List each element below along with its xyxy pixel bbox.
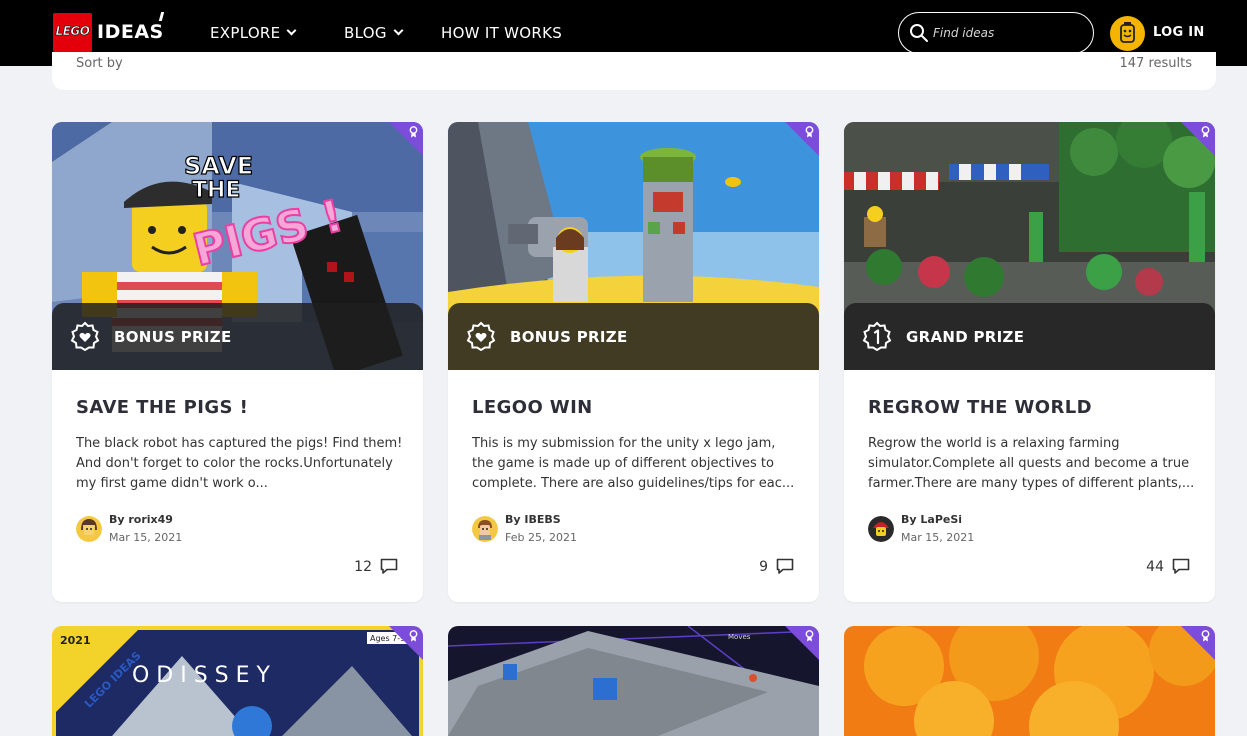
first-place-badge-icon	[862, 321, 892, 352]
logo-accent-mark	[158, 12, 165, 21]
author-name[interactable]: By LaPeSi	[901, 513, 962, 526]
nav-blog-label: BLOG	[344, 24, 387, 42]
comments-count[interactable]: 9	[759, 558, 794, 575]
prize-banner: GRAND PRIZE	[844, 303, 1215, 370]
results-count: 147 results	[1119, 56, 1193, 71]
heart-badge-icon	[466, 321, 496, 352]
idea-card[interactable]: GRAND PRIZE REGROW THE WORLD Regrow the …	[844, 122, 1215, 602]
chevron-down-icon	[286, 25, 297, 36]
idea-title[interactable]: SAVE THE PIGS !	[76, 397, 248, 418]
author-avatar[interactable]	[472, 516, 498, 542]
odissey-title: O D I S S E Y	[132, 663, 271, 688]
minifig-head-icon	[1120, 22, 1135, 43]
odissey-image[interactable]: 2021 LEGO IDEAS Ages 7-99 O D I S S E Y	[52, 626, 423, 736]
lego-logo-text: LEGO	[55, 24, 90, 39]
sort-dropdown[interactable]: Sort by	[76, 56, 123, 71]
prize-label: GRAND PRIZE	[906, 328, 1025, 346]
author-name[interactable]: By rorix49	[109, 513, 173, 526]
nav-explore[interactable]: EXPLORE	[210, 24, 297, 42]
search-icon[interactable]	[909, 23, 929, 43]
prize-banner: BONUS PRIZE	[448, 303, 819, 370]
comment-icon	[380, 558, 398, 574]
award-icon	[409, 126, 418, 138]
post-date: Mar 15, 2021	[901, 531, 975, 544]
nav-blog[interactable]: BLOG	[344, 24, 404, 42]
heart-badge-icon	[70, 321, 100, 352]
comments-number: 44	[1146, 558, 1164, 575]
comments-number: 12	[354, 558, 372, 575]
nav-how-it-works-label: HOW IT WORKS	[441, 24, 563, 42]
award-icon	[1201, 630, 1210, 642]
year-label: 2021	[60, 634, 91, 647]
post-date: Feb 25, 2021	[505, 531, 577, 544]
comment-icon	[1172, 558, 1190, 574]
nav-how-it-works[interactable]: HOW IT WORKS	[441, 24, 562, 42]
comment-icon	[776, 558, 794, 574]
prize-banner: BONUS PRIZE	[52, 303, 423, 370]
author-avatar[interactable]	[76, 516, 102, 542]
lego-logo[interactable]: LEGO	[53, 13, 92, 52]
search-box[interactable]	[898, 12, 1094, 54]
puzzle-board-image[interactable]: Moves	[448, 626, 819, 736]
idea-title[interactable]: REGROW THE WORLD	[868, 397, 1092, 418]
orange-clouds-image[interactable]	[844, 626, 1215, 736]
comments-count[interactable]: 44	[1146, 558, 1190, 575]
search-input[interactable]	[933, 23, 1083, 43]
chevron-down-icon	[393, 25, 404, 36]
award-icon	[805, 126, 814, 138]
thumb-text-the: THE	[192, 178, 240, 203]
award-icon	[805, 630, 814, 642]
idea-description: Regrow the world is a relaxing farming s…	[868, 436, 1195, 491]
idea-card[interactable]: 2021 LEGO IDEAS Ages 7-99 O D I S S E Y	[52, 626, 423, 736]
comments-number: 9	[759, 558, 768, 575]
author-avatar[interactable]	[868, 516, 894, 542]
sort-bar: Sort by 147 results	[52, 52, 1216, 90]
post-date: Mar 15, 2021	[109, 531, 183, 544]
prize-label: BONUS PRIZE	[510, 328, 628, 346]
idea-description: This is my submission for the unity x le…	[472, 436, 795, 491]
idea-title[interactable]: LEGOO WIN	[472, 397, 593, 418]
idea-card[interactable]: Moves	[448, 626, 819, 736]
prize-label: BONUS PRIZE	[114, 328, 232, 346]
user-avatar-button[interactable]	[1110, 16, 1145, 51]
award-icon	[1201, 126, 1210, 138]
thumb-text-save: SAVE	[184, 152, 253, 180]
idea-card[interactable]	[844, 626, 1215, 736]
author-name[interactable]: By IBEBS	[505, 513, 561, 526]
idea-thumbnail[interactable]: GRAND PRIZE	[844, 122, 1215, 370]
award-icon	[409, 630, 418, 642]
idea-card[interactable]: SAVE THE PIGS ! BONUS PRIZE SAVE THE PIG…	[52, 122, 423, 602]
comments-count[interactable]: 12	[354, 558, 398, 575]
ideas-logo-text[interactable]: IDEAS	[97, 21, 164, 43]
moves-label: Moves	[728, 633, 751, 641]
nav-explore-label: EXPLORE	[210, 24, 281, 42]
idea-thumbnail[interactable]: SAVE THE PIGS ! BONUS PRIZE	[52, 122, 423, 370]
idea-description: The black robot has captured the pigs! F…	[76, 436, 403, 491]
idea-thumbnail[interactable]: BONUS PRIZE	[448, 122, 819, 370]
idea-card[interactable]: BONUS PRIZE LEGOO WIN This is my submiss…	[448, 122, 819, 602]
login-link[interactable]: LOG IN	[1153, 25, 1205, 40]
